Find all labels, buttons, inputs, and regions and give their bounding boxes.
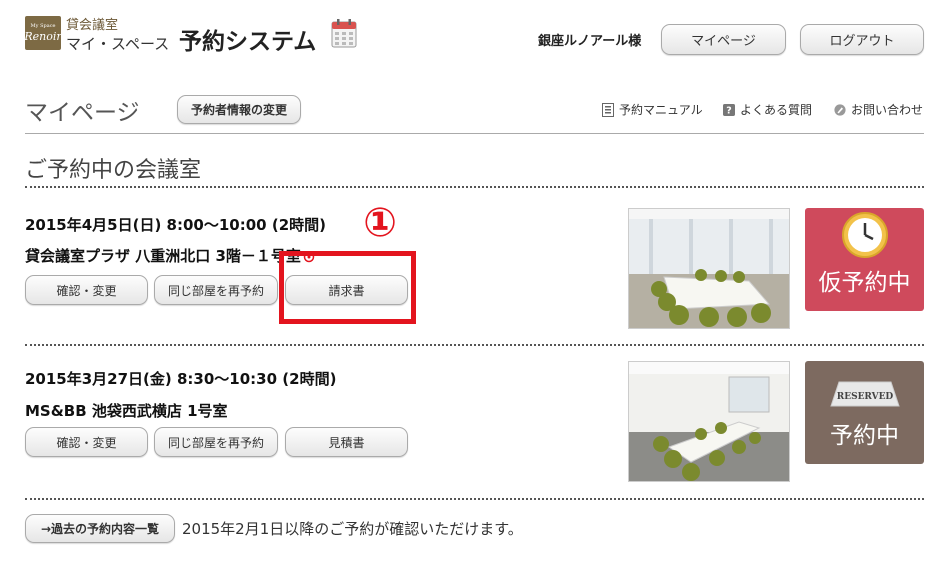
- rebook-same-room-button[interactable]: 同じ部屋を再予約: [154, 275, 278, 305]
- dotted-divider: [25, 186, 924, 188]
- faq-link-label: よくある質問: [740, 103, 813, 117]
- system-title: 予約システム: [179, 29, 317, 55]
- dotted-divider: [25, 344, 924, 346]
- user-name: 銀座ルノアール様: [538, 34, 642, 49]
- confirm-change-button[interactable]: 確認・変更: [25, 275, 148, 305]
- contact-icon: [834, 103, 846, 116]
- logo-script-text: Renoir: [24, 30, 62, 43]
- status-label: 仮予約中: [818, 270, 911, 296]
- manual-icon: [602, 102, 614, 117]
- highlight-box: [279, 251, 416, 324]
- question-icon: ?: [723, 103, 735, 116]
- manual-link[interactable]: 予約マニュアル: [602, 101, 703, 118]
- renoir-logo: My Space Renoir: [24, 16, 62, 50]
- manual-link-label: 予約マニュアル: [619, 103, 703, 117]
- section-title: ご予約中の会議室: [25, 158, 202, 183]
- edit-user-info-button[interactable]: 予約者情報の変更: [177, 95, 301, 124]
- past-reservations-note: 2015年2月1日以降のご予約が確認いただけます。: [182, 520, 523, 538]
- logout-button[interactable]: ログアウト: [800, 24, 924, 55]
- annotation-number: ①: [363, 200, 397, 246]
- contact-link[interactable]: お問い合わせ: [834, 101, 923, 118]
- confirm-change-button[interactable]: 確認・変更: [25, 427, 148, 457]
- logo-small-text: My Space: [30, 23, 56, 29]
- estimate-button[interactable]: 見積書: [285, 427, 408, 457]
- room-photo: [628, 361, 790, 482]
- status-badge: RESERVED 予約中: [805, 361, 924, 464]
- brand-top: 貸会議室: [66, 18, 119, 33]
- brand-name: マイ・スペース: [66, 35, 170, 53]
- clock-icon: [841, 212, 888, 258]
- reservation-room[interactable]: MS&BB 池袋西武横店 1号室: [25, 400, 228, 421]
- page-title: マイページ: [25, 100, 140, 126]
- reservation-room-name[interactable]: 貸会議室プラザ 八重洲北口 3階－１号室: [25, 247, 301, 265]
- faq-link[interactable]: ? よくある質問: [723, 101, 812, 118]
- dotted-divider: [25, 498, 924, 500]
- status-label: 予約中: [830, 423, 899, 449]
- reserved-sign-text: RESERVED: [836, 392, 893, 402]
- reservation-room: 貸会議室プラザ 八重洲北口 3階－１号室: [25, 245, 315, 266]
- status-badge: 仮予約中: [805, 208, 924, 311]
- contact-link-label: お問い合わせ: [851, 103, 924, 117]
- reservation-date: 2015年3月27日(金) 8:30～10:30 (2時間): [25, 370, 337, 388]
- reserved-sign-icon: RESERVED: [829, 381, 900, 407]
- rebook-same-room-button[interactable]: 同じ部屋を再予約: [154, 427, 278, 457]
- mypage-button[interactable]: マイページ: [661, 24, 786, 55]
- room-photo: [628, 208, 790, 329]
- past-reservations-button[interactable]: →過去の予約内容一覧: [25, 514, 175, 543]
- calendar-icon: [331, 19, 357, 48]
- svg-text:?: ?: [726, 105, 731, 116]
- reservation-date: 2015年4月5日(日) 8:00～10:00 (2時間): [25, 216, 326, 234]
- header-divider: [25, 133, 924, 134]
